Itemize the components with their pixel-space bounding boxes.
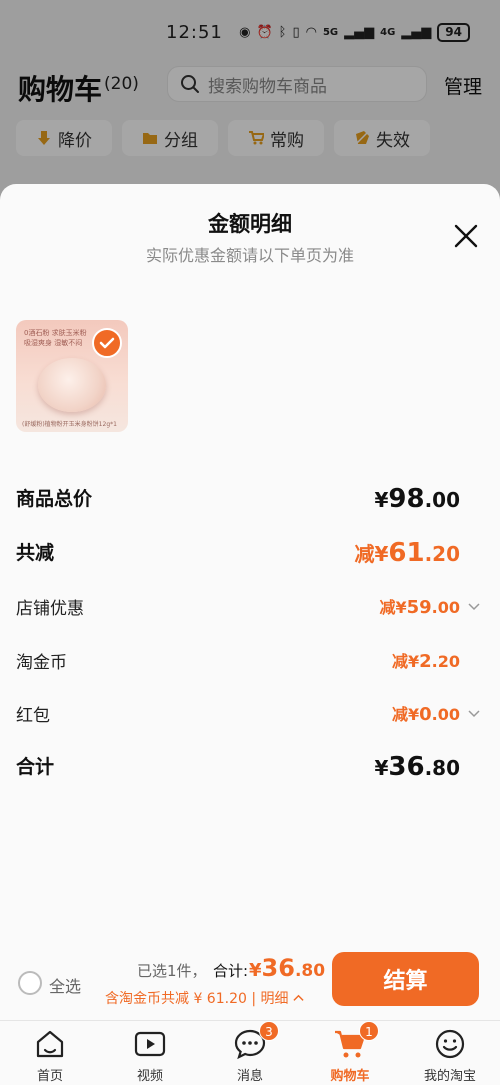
currency-symbol: ¥	[374, 542, 389, 566]
row-red-packet[interactable]: 红包 减¥0.00	[16, 701, 482, 731]
select-all-label[interactable]: 全选	[49, 973, 81, 997]
currency-symbol: ¥	[374, 488, 389, 512]
chevron-up-icon	[292, 994, 304, 1001]
value-decimal: .20	[424, 542, 460, 566]
row-value: ¥36.80	[374, 752, 460, 782]
currency-symbol: ¥	[374, 756, 389, 780]
product-image-text: 吸湿爽身 湿敏不闷	[24, 339, 83, 347]
video-icon	[133, 1027, 167, 1061]
tab-label: 购物车	[330, 1069, 370, 1084]
row-value: 减¥61.20	[354, 538, 460, 568]
message-icon: 3	[233, 1021, 279, 1061]
discount-prefix: 减	[354, 542, 375, 566]
discount-prefix: 减	[379, 598, 396, 617]
coin-discount-text: 含淘金币共减 ¥ 61.20 | 明细	[105, 991, 289, 1007]
discount-prefix: 减	[391, 705, 408, 724]
bottom-tab-bar: 首页 视频 3 消息 1 购物车 我的淘宝	[0, 1020, 500, 1085]
sheet-subtitle: 实际优惠金额请以下单页为准	[145, 246, 354, 265]
tab-label: 首页	[36, 1069, 63, 1084]
row-total-price: 商品总价 ¥98.00	[16, 484, 482, 514]
checkmark-icon	[92, 328, 122, 358]
total-amount: ¥36.80	[249, 954, 325, 982]
powder-compact-image	[38, 358, 106, 412]
close-icon[interactable]	[452, 222, 480, 250]
row-value: 减¥0.00	[392, 701, 460, 725]
tab-label: 视频	[136, 1069, 163, 1084]
checkout-bar: 全选 已选1件， 合计: ¥36.80 含淘金币共减 ¥ 61.20 | 明细 …	[0, 940, 500, 1020]
tab-messages[interactable]: 3 消息	[210, 1021, 290, 1084]
row-shop-discount[interactable]: 店铺优惠 减¥59.00	[16, 594, 482, 624]
product-image-caption: (舒缓粉)植物粉开玉米身粉饼12g*1	[22, 421, 117, 428]
currency-symbol: ¥	[395, 598, 407, 617]
selected-count: 已选1件，	[137, 962, 207, 980]
value-decimal: .20	[431, 652, 460, 671]
value-integer: 98	[388, 484, 425, 514]
sheet-title: 金额明细	[208, 212, 292, 236]
value-decimal: .80	[424, 756, 460, 780]
value-integer: 0	[419, 704, 432, 725]
value-integer: 2	[419, 651, 432, 672]
value-integer: 61	[388, 538, 425, 568]
tab-home[interactable]: 首页	[10, 1027, 90, 1084]
home-icon	[33, 1027, 67, 1061]
tab-video[interactable]: 视频	[110, 1027, 190, 1084]
value-decimal: .00	[431, 598, 460, 617]
select-all-checkbox[interactable]	[18, 971, 42, 995]
row-label: 商品总价	[16, 488, 93, 510]
row-value: ¥98.00	[374, 484, 460, 514]
discount-prefix: 减	[391, 652, 408, 671]
profile-icon	[433, 1027, 467, 1061]
value-decimal: .80	[294, 961, 326, 981]
coin-discount-detail-link[interactable]: 含淘金币共减 ¥ 61.20 | 明细	[105, 988, 304, 1008]
row-total-discount: 共减 减¥61.20	[16, 538, 482, 568]
value-decimal: .00	[431, 705, 460, 724]
row-value: 减¥2.20	[392, 648, 460, 672]
product-image-text: 0酒石粉 求肤玉米粉	[24, 329, 87, 337]
tab-cart[interactable]: 1 购物车	[310, 1021, 390, 1084]
currency-symbol: ¥	[249, 960, 262, 981]
total-label: 合计:	[213, 962, 249, 980]
tab-label: 我的淘宝	[423, 1069, 476, 1084]
checkout-button[interactable]: 结算	[332, 952, 479, 1006]
value-integer: 36	[261, 954, 295, 982]
currency-symbol: ¥	[407, 652, 420, 671]
currency-symbol: ¥	[407, 705, 420, 724]
row-value: 减¥59.00	[379, 594, 460, 618]
chevron-down-icon	[468, 710, 480, 718]
value-integer: 36	[388, 752, 425, 782]
row-label: 合计	[16, 756, 55, 778]
chevron-down-icon	[468, 603, 480, 611]
cart-badge: 1	[359, 1021, 379, 1041]
tab-label: 消息	[236, 1069, 263, 1084]
value-decimal: .00	[424, 488, 460, 512]
row-label: 共减	[16, 542, 55, 564]
value-integer: 59	[406, 597, 432, 618]
cart-icon: 1	[333, 1021, 379, 1061]
tab-profile[interactable]: 我的淘宝	[410, 1027, 490, 1084]
row-grand-total: 合计 ¥36.80	[16, 752, 482, 782]
row-taojinbi: 淘金币 减¥2.20	[16, 648, 482, 678]
row-label: 店铺优惠	[16, 599, 84, 619]
row-label: 红包	[16, 706, 50, 726]
row-label: 淘金币	[16, 653, 67, 673]
message-badge: 3	[259, 1021, 279, 1041]
